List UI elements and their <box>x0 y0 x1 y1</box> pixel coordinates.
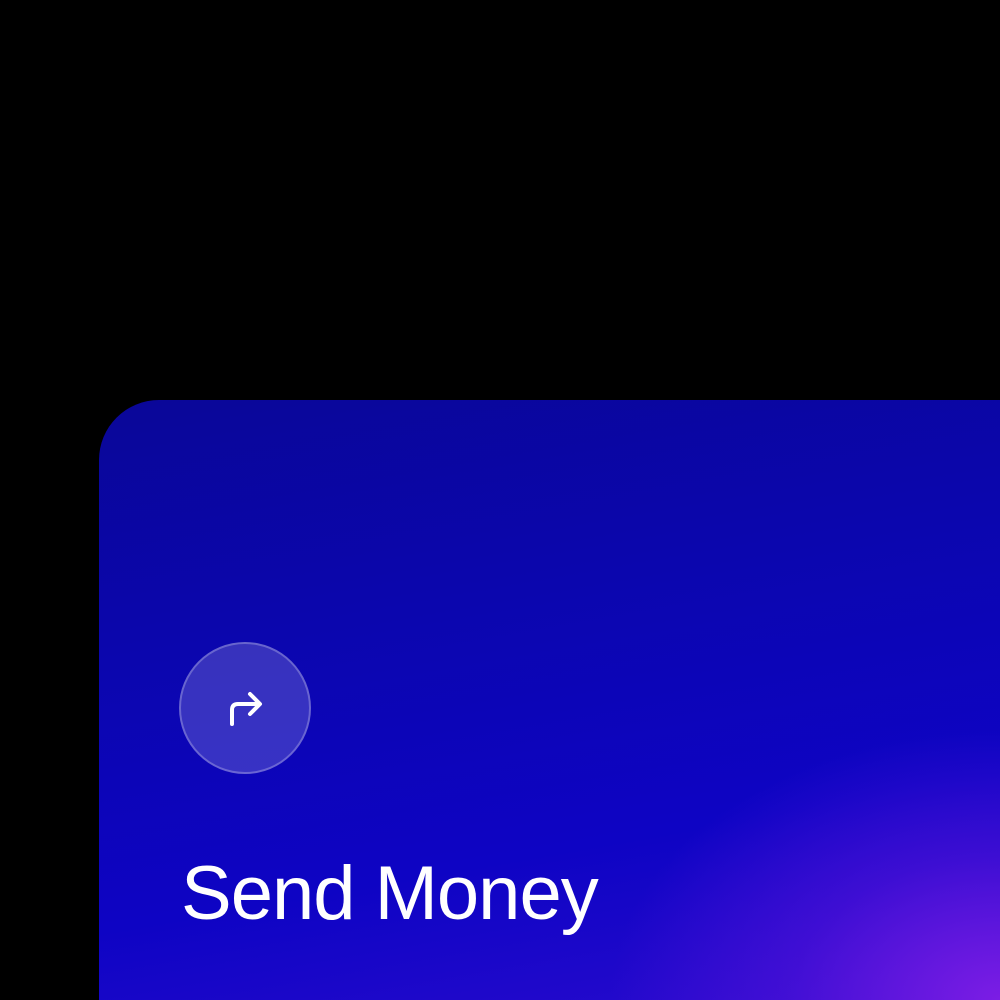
card-title: Send Money <box>181 851 599 936</box>
screen: Send Money <box>0 0 1000 1000</box>
send-money-card[interactable]: Send Money <box>99 400 1000 1000</box>
send-money-icon-badge <box>179 642 311 774</box>
arrow-turn-up-right-icon <box>230 692 262 726</box>
